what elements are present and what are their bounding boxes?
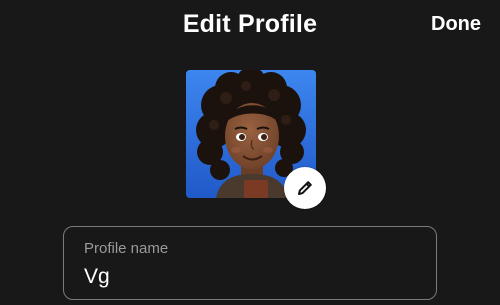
done-button[interactable]: Done	[431, 13, 481, 36]
avatar-container	[186, 70, 326, 209]
page-title: Edit Profile	[182, 10, 318, 38]
pencil-icon	[298, 181, 312, 195]
edit-avatar-button[interactable]	[284, 167, 326, 209]
header-bar: Edit Profile Done	[0, 0, 500, 52]
profile-name-input[interactable]: Vg	[84, 265, 110, 289]
profile-name-field[interactable]: Profile name Vg	[63, 226, 437, 300]
profile-name-label: Profile name	[84, 240, 169, 257]
